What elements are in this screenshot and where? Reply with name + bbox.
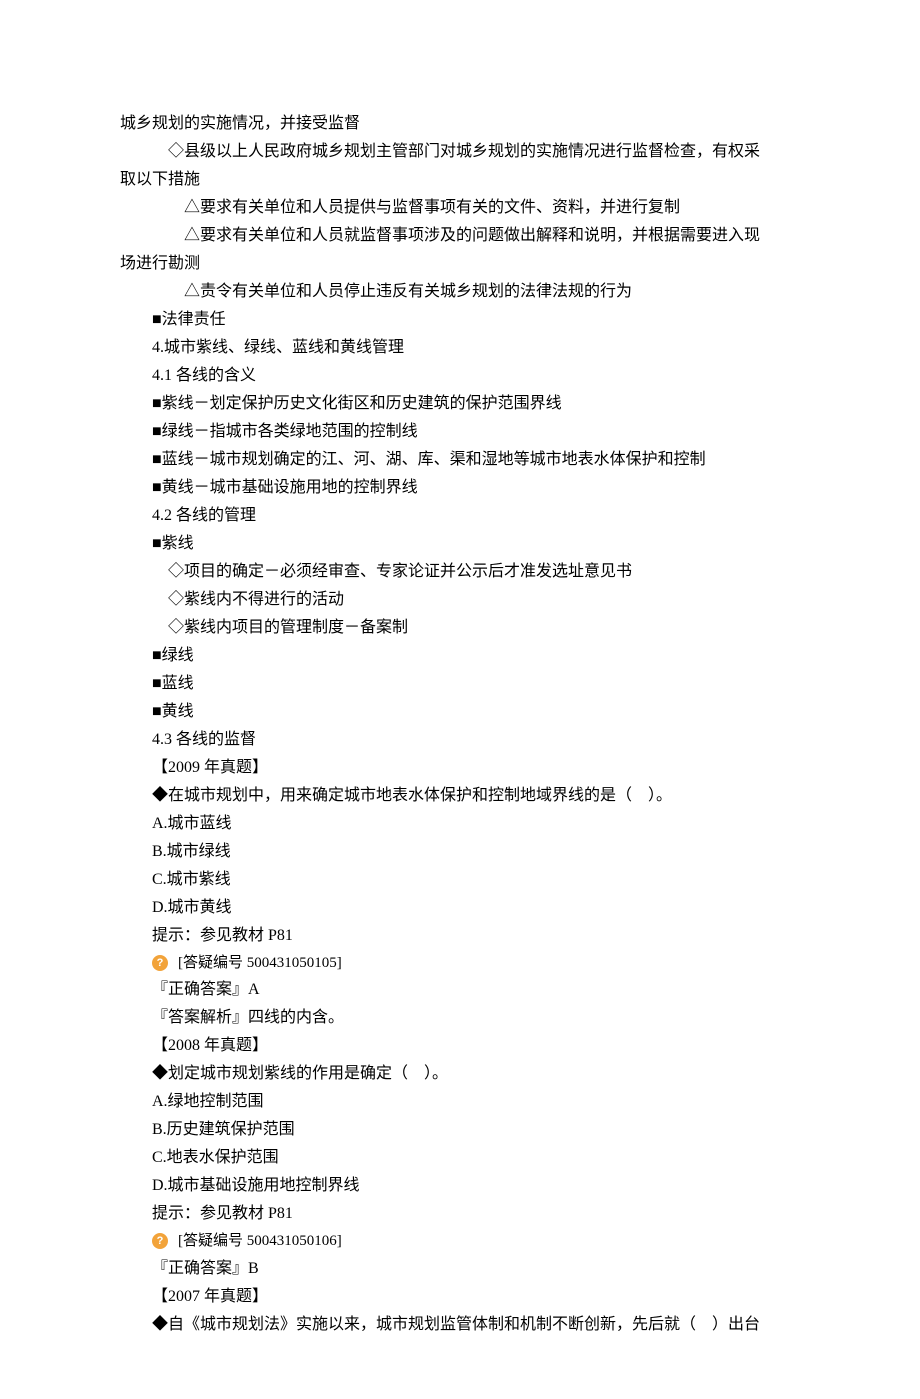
text-line: ■蓝线－城市规划确定的江、河、湖、库、渠和湿地等城市地表水体保护和控制 — [120, 446, 800, 474]
question-mark-icon: ? — [152, 955, 168, 971]
text-line: ■蓝线 — [120, 670, 800, 698]
text-line: A.绿地控制范围 — [120, 1088, 800, 1116]
text-line: 4.1 各线的含义 — [120, 362, 800, 390]
text-line: D.城市黄线 — [120, 894, 800, 922]
text-line: ■紫线－划定保护历史文化街区和历史建筑的保护范围界线 — [120, 390, 800, 418]
text-line: 『正确答案』A — [120, 976, 800, 1004]
text-line: △要求有关单位和人员提供与监督事项有关的文件、资料，并进行复制 — [120, 194, 800, 222]
text-line: 提示：参见教材 P81 — [120, 1200, 800, 1228]
answer-id-label: [答疑编号 500431050106] — [178, 1228, 342, 1254]
text-line: C.地表水保护范围 — [120, 1144, 800, 1172]
text-line: ■绿线 — [120, 642, 800, 670]
text-line: ◇紫线内不得进行的活动 — [120, 586, 800, 614]
text-line: 取以下措施 — [120, 166, 800, 194]
text-line: D.城市基础设施用地控制界线 — [120, 1172, 800, 1200]
text-line: 【2007 年真题】 — [120, 1283, 800, 1311]
text-line: 4.3 各线的监督 — [120, 726, 800, 754]
text-line: 场进行勘测 — [120, 250, 800, 278]
text-line: C.城市紫线 — [120, 866, 800, 894]
text-line: ◆划定城市规划紫线的作用是确定（ ）。 — [120, 1060, 800, 1088]
text-line: ■黄线 — [120, 698, 800, 726]
answer-id-label: [答疑编号 500431050105] — [178, 950, 342, 976]
text-line: 4.2 各线的管理 — [120, 502, 800, 530]
text-line: 『答案解析』四线的内含。 — [120, 1004, 800, 1032]
text-line: 【2009 年真题】 — [120, 754, 800, 782]
text-line: A.城市蓝线 — [120, 810, 800, 838]
text-line: ■法律责任 — [120, 306, 800, 334]
text-line: B.城市绿线 — [120, 838, 800, 866]
text-line: 城乡规划的实施情况，并接受监督 — [120, 110, 800, 138]
text-line: ◇县级以上人民政府城乡规划主管部门对城乡规划的实施情况进行监督检查，有权采 — [120, 138, 800, 166]
text-line: ◇紫线内项目的管理制度－备案制 — [120, 614, 800, 642]
text-line: 【2008 年真题】 — [120, 1032, 800, 1060]
text-line: B.历史建筑保护范围 — [120, 1116, 800, 1144]
text-line: △要求有关单位和人员就监督事项涉及的问题做出解释和说明，并根据需要进入现 — [120, 222, 800, 250]
text-line: ■紫线 — [120, 530, 800, 558]
document-body: 城乡规划的实施情况，并接受监督◇县级以上人民政府城乡规划主管部门对城乡规划的实施… — [120, 110, 800, 1339]
text-line: ■黄线－城市基础设施用地的控制界线 — [120, 474, 800, 502]
text-line: 4.城市紫线、绿线、蓝线和黄线管理 — [120, 334, 800, 362]
text-line: ◆在城市规划中，用来确定城市地表水体保护和控制地域界线的是（ ）。 — [120, 782, 800, 810]
text-line: ? [答疑编号 500431050105] — [120, 950, 800, 976]
text-line: ? [答疑编号 500431050106] — [120, 1228, 800, 1254]
text-line: △责令有关单位和人员停止违反有关城乡规划的法律法规的行为 — [120, 278, 800, 306]
question-mark-icon: ? — [152, 1233, 168, 1249]
text-line: ◇项目的确定－必须经审查、专家论证并公示后才准发选址意见书 — [120, 558, 800, 586]
text-line: ■绿线－指城市各类绿地范围的控制线 — [120, 418, 800, 446]
text-line: 提示：参见教材 P81 — [120, 922, 800, 950]
text-line: 『正确答案』B — [120, 1255, 800, 1283]
text-line: ◆自《城市规划法》实施以来，城市规划监管体制和机制不断创新，先后就（ ）出台 — [120, 1311, 800, 1339]
